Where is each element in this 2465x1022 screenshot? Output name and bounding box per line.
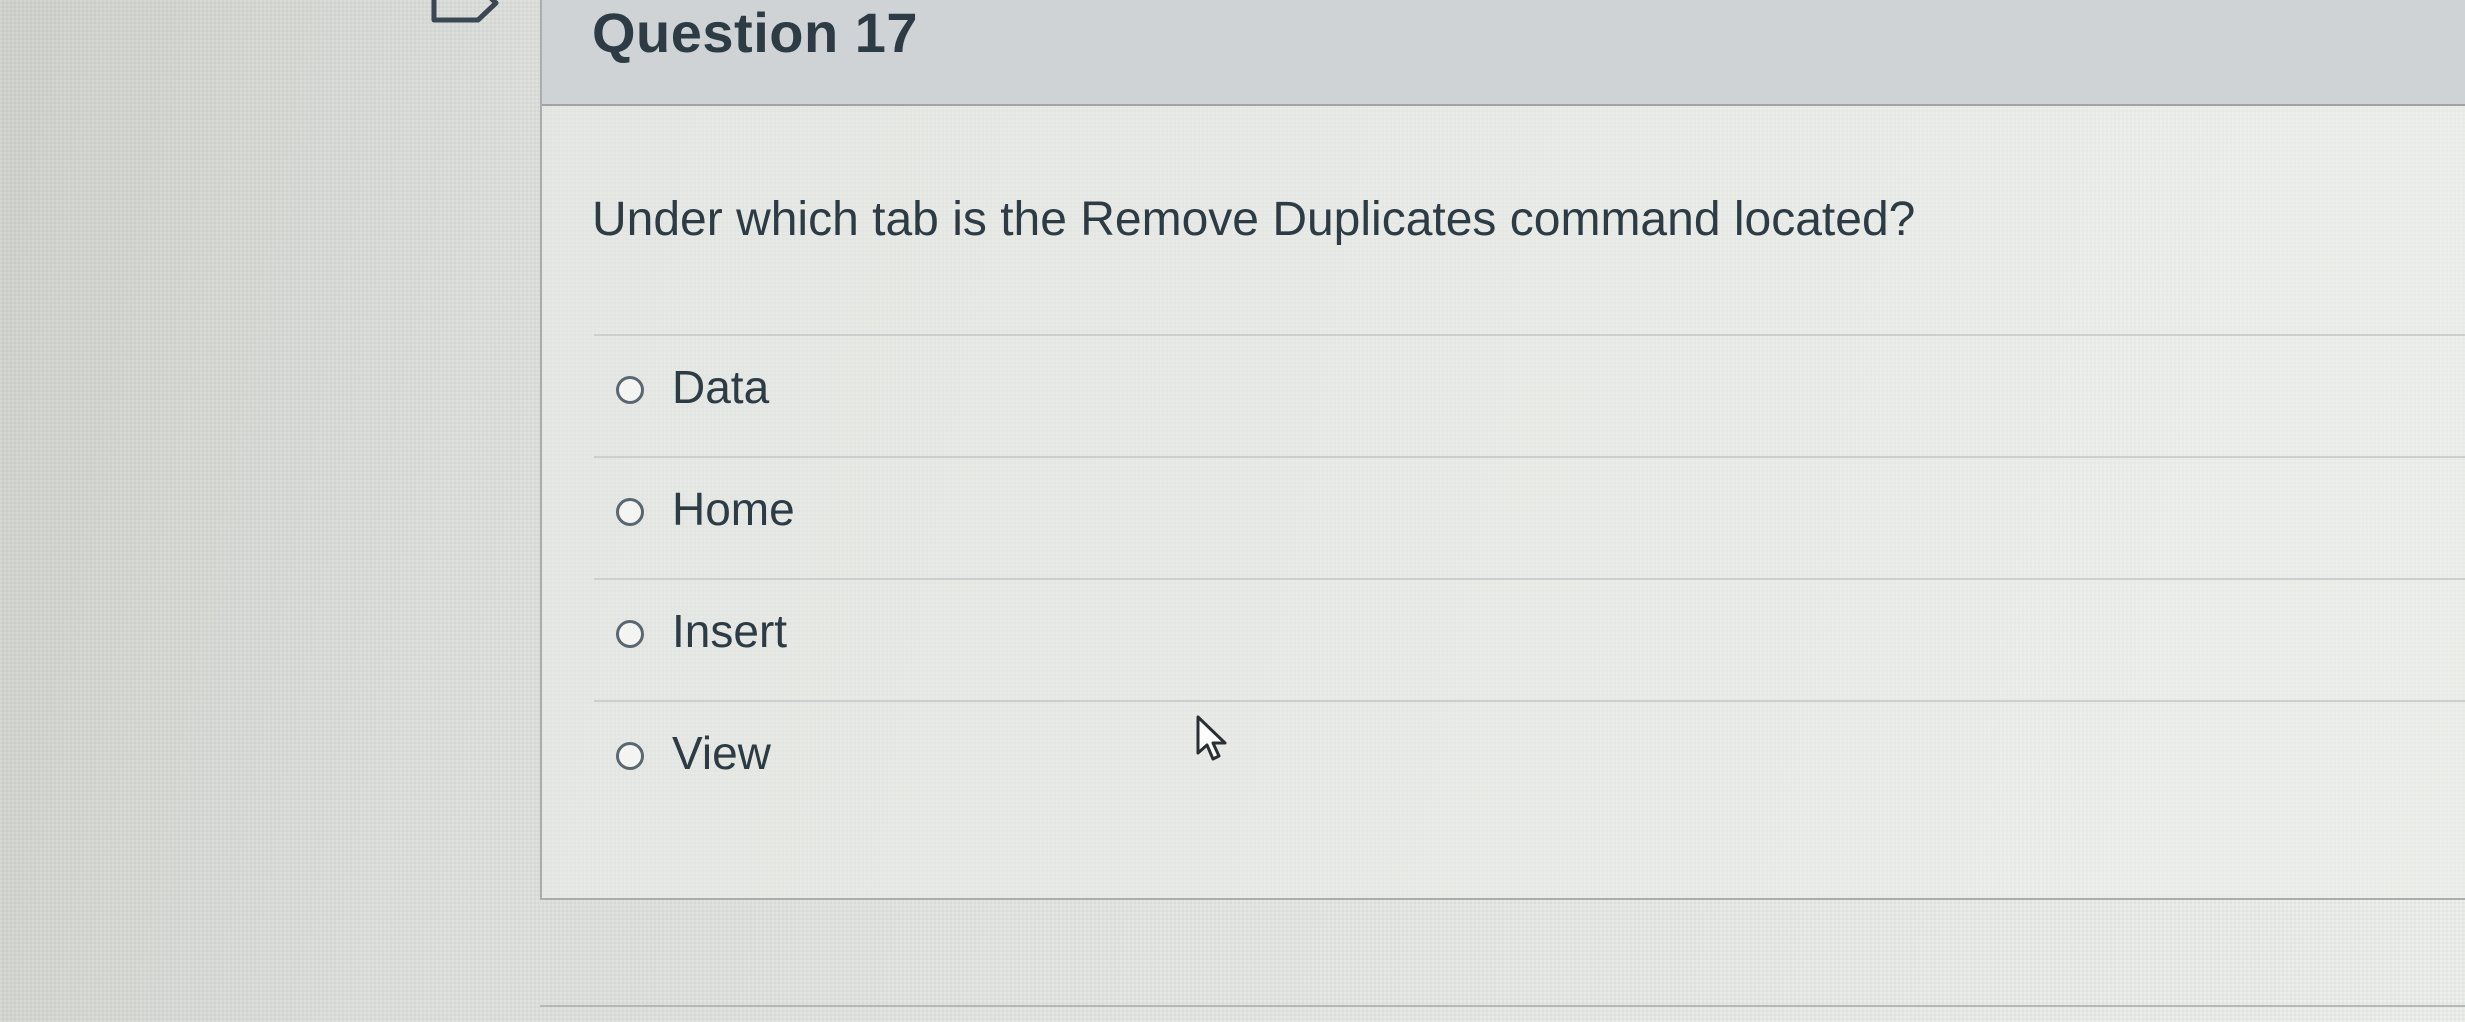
radio-button[interactable] <box>616 376 644 404</box>
flag-icon[interactable] <box>430 0 510 40</box>
answer-option-insert[interactable]: Insert <box>594 578 2465 700</box>
mouse-pointer-icon <box>1196 715 1227 761</box>
question-title: Question 17 <box>592 1 919 64</box>
answer-label[interactable]: Insert <box>672 604 787 658</box>
answer-label[interactable]: View <box>672 726 771 780</box>
answer-list: Data Home Insert View <box>594 334 2465 822</box>
radio-button[interactable] <box>616 498 644 526</box>
answer-option-view[interactable]: View <box>594 700 2465 822</box>
question-header: Question 17 <box>542 0 2465 106</box>
question-card: Question 17 Under which tab is the Remov… <box>540 0 2465 900</box>
answer-option-home[interactable]: Home <box>594 456 2465 578</box>
answer-label[interactable]: Data <box>672 360 769 414</box>
radio-button[interactable] <box>616 742 644 770</box>
radio-button[interactable] <box>616 620 644 648</box>
next-card-edge <box>540 1005 2465 1007</box>
answer-label[interactable]: Home <box>672 482 795 536</box>
answer-option-data[interactable]: Data <box>594 334 2465 456</box>
question-text: Under which tab is the Remove Duplicates… <box>592 193 1916 246</box>
